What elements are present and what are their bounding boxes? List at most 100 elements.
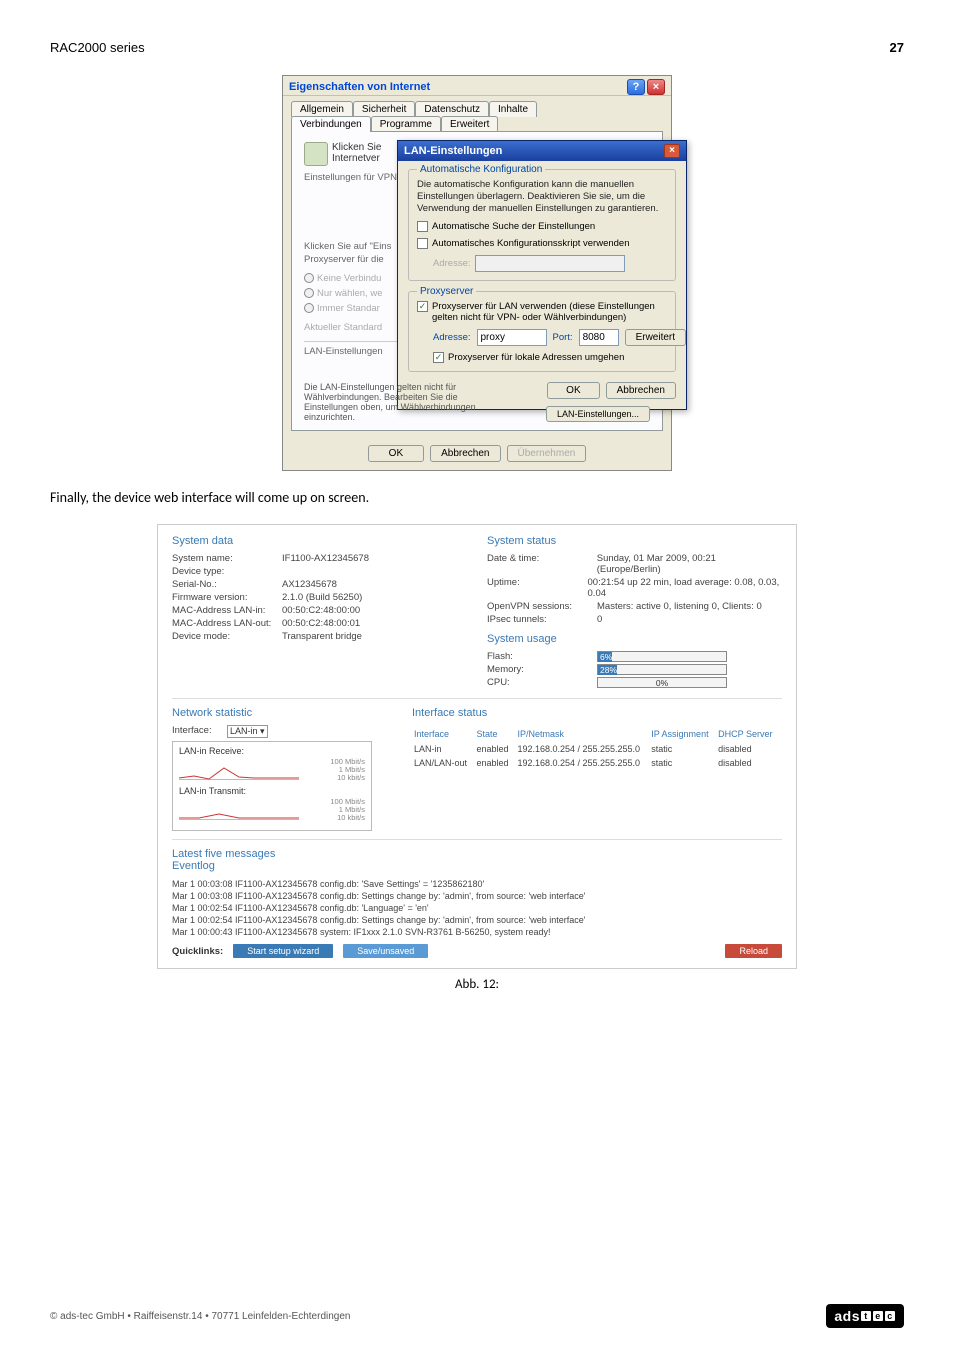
v-serial: AX12345678 — [282, 579, 337, 590]
script-addr-label: Adresse: — [433, 258, 471, 269]
event-row: Mar 1 00:03:08 IF1100-AX12345678 config.… — [172, 878, 782, 890]
page-number: 27 — [890, 40, 904, 55]
caption-text: Finally, the device web interface will c… — [50, 489, 904, 506]
device-web-interface: System data System name:IF1100-AX1234567… — [157, 524, 797, 969]
connection-icon — [304, 142, 328, 166]
help-button[interactable]: ? — [627, 79, 645, 95]
lan-settings-dialog: LAN-Einstellungen × Automatische Konfigu… — [397, 140, 687, 410]
interface-select[interactable]: LAN-in ▾ — [227, 725, 268, 738]
tab-sicherheit[interactable]: Sicherheit — [353, 101, 415, 117]
cpu-usage-bar: 0% — [597, 677, 727, 688]
quicklinks-label: Quicklinks: — [172, 946, 223, 957]
close-icon[interactable]: × — [647, 79, 665, 95]
dialog-cancel-button[interactable]: Abbrechen — [430, 445, 500, 462]
event-row: Mar 1 00:02:54 IF1100-AX12345678 config.… — [172, 914, 782, 926]
v-date: Sunday, 01 Mar 2009, 00:21 (Europe/Berli… — [597, 553, 782, 575]
latest-messages-heading: Latest five messages — [172, 848, 782, 860]
bypass-local-checkbox[interactable]: ✓ — [433, 352, 444, 363]
k-sysname: System name: — [172, 553, 282, 564]
use-proxy-checkbox[interactable]: ✓ — [417, 301, 428, 312]
table-row: LAN-inenabled192.168.0.254 / 255.255.255… — [414, 743, 780, 755]
rx-label: LAN-in Receive: — [179, 746, 365, 756]
v-ipsec: 0 — [597, 614, 602, 625]
tab-verbindungen[interactable]: Verbindungen — [291, 116, 371, 132]
col-ipassign: IP Assignment — [651, 727, 716, 741]
proxy-addr-label: Adresse: — [433, 332, 471, 343]
system-usage-heading: System usage — [487, 633, 782, 645]
k-uptime: Uptime: — [487, 577, 588, 599]
v-sysname: IF1100-AX12345678 — [282, 553, 369, 564]
dialog-title: Eigenschaften von Internet — [289, 81, 430, 93]
script-address-input — [475, 255, 625, 272]
v-uptime: 00:21:54 up 22 min, load average: 0.08, … — [588, 577, 782, 599]
rx-chart: 100 Mbit/s1 Mbit/s10 kbit/s — [179, 758, 365, 782]
overlay-close-icon[interactable]: × — [664, 144, 680, 158]
left-text-3: Klicken Sie auf "Eins — [304, 241, 399, 252]
adstec-logo: adstec — [826, 1304, 904, 1328]
v-ovpn: Masters: active 0, listening 0, Clients:… — [597, 601, 762, 612]
proxy-port-input[interactable] — [579, 329, 619, 346]
overlay-title: LAN-Einstellungen — [404, 145, 502, 157]
k-iface: Interface: — [172, 725, 227, 738]
quicklink-wizard-button[interactable]: Start setup wizard — [233, 944, 333, 958]
auto-script-label: Automatisches Konfigurationsskript verwe… — [432, 238, 630, 249]
k-devtype: Device type: — [172, 566, 282, 577]
auto-detect-label: Automatische Suche der Einstellungen — [432, 221, 595, 232]
network-statistic-heading: Network statistic — [172, 707, 392, 719]
interface-status-heading: Interface status — [412, 707, 782, 719]
use-proxy-label: Proxyserver für LAN verwenden (diese Ein… — [432, 301, 667, 323]
auto-config-desc: Die automatische Konfiguration kann die … — [417, 179, 667, 215]
proxy-address-input[interactable] — [477, 329, 547, 346]
dialog-ok-button[interactable]: OK — [368, 445, 424, 462]
auto-config-legend: Automatische Konfiguration — [417, 164, 545, 175]
tab-erweitert[interactable]: Erweitert — [441, 116, 498, 132]
col-state: State — [476, 727, 515, 741]
left-text-4: Proxyserver für die — [304, 254, 399, 265]
interface-table: Interface State IP/Netmask IP Assignment… — [412, 725, 782, 771]
radio-opt-2[interactable]: Nur wählen, we — [317, 288, 382, 299]
k-mode: Device mode: — [172, 631, 282, 642]
k-macout: MAC-Address LAN-out: — [172, 618, 282, 629]
bypass-local-label: Proxyserver für lokale Adressen umgehen — [448, 352, 624, 363]
left-text-2: Internetver — [332, 153, 381, 164]
v-mode: Transparent bridge — [282, 631, 362, 642]
lan-settings-button[interactable]: LAN-Einstellungen... — [546, 406, 650, 422]
system-status-heading: System status — [487, 535, 782, 547]
col-dhcp: DHCP Server — [718, 727, 780, 741]
event-row: Mar 1 00:02:54 IF1100-AX12345678 config.… — [172, 902, 782, 914]
figure-caption: Abb. 12: — [50, 977, 904, 992]
tab-inhalte[interactable]: Inhalte — [489, 101, 537, 117]
vpn-settings-label: Einstellungen für VPN — [304, 172, 399, 183]
auto-detect-checkbox[interactable] — [417, 221, 428, 232]
table-row: LAN/LAN-outenabled192.168.0.254 / 255.25… — [414, 757, 780, 769]
tx-chart: 100 Mbit/s1 Mbit/s10 kbit/s — [179, 798, 365, 822]
proxy-advanced-button[interactable]: Erweitert — [625, 329, 686, 346]
tab-programme[interactable]: Programme — [371, 116, 441, 132]
radio-opt-1[interactable]: Keine Verbindu — [317, 273, 381, 284]
lan-settings-label: LAN-Einstellungen — [304, 341, 399, 357]
col-interface: Interface — [414, 727, 474, 741]
k-fw: Firmware version: — [172, 592, 282, 603]
quicklink-reload-button[interactable]: Reload — [725, 944, 782, 958]
quicklink-save-button[interactable]: Save/unsaved — [343, 944, 428, 958]
memory-usage-bar: 28% — [597, 664, 727, 675]
internet-properties-dialog: Eigenschaften von Internet ? × Allgemein… — [282, 75, 672, 471]
lan-footer-note: Die LAN-Einstellungen gelten nicht für W… — [304, 382, 504, 422]
k-ipsec: IPsec tunnels: — [487, 614, 597, 625]
event-row: Mar 1 00:00:43 IF1100-AX12345678 system:… — [172, 926, 782, 938]
dialog-apply-button: Übernehmen — [507, 445, 587, 462]
left-text-1: Klicken Sie — [332, 142, 381, 153]
k-ovpn: OpenVPN sessions: — [487, 601, 597, 612]
v-macin: 00:50:C2:48:00:00 — [282, 605, 360, 616]
k-flash: Flash: — [487, 651, 597, 662]
k-cpu: CPU: — [487, 677, 597, 688]
event-row: Mar 1 00:03:08 IF1100-AX12345678 config.… — [172, 890, 782, 902]
tab-allgemein[interactable]: Allgemein — [291, 101, 353, 117]
auto-script-checkbox[interactable] — [417, 238, 428, 249]
left-text-5: Aktueller Standard — [304, 322, 399, 333]
radio-opt-3[interactable]: Immer Standar — [317, 303, 380, 314]
k-mem: Memory: — [487, 664, 597, 675]
tab-datenschutz[interactable]: Datenschutz — [415, 101, 489, 117]
k-macin: MAC-Address LAN-in: — [172, 605, 282, 616]
proxy-legend: Proxyserver — [417, 286, 476, 297]
